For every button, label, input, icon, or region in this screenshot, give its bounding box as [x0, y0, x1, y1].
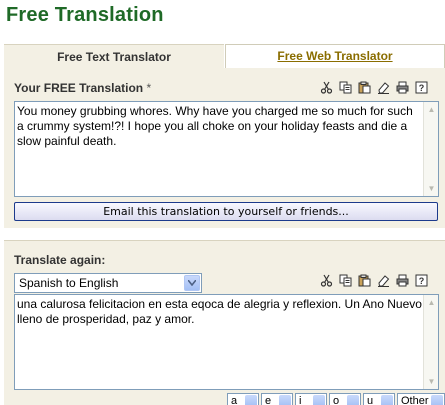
chevron-down-icon[interactable] — [381, 395, 393, 405]
source-toolbar: ? — [319, 273, 428, 287]
accent-label: u — [367, 395, 374, 405]
source-text-textarea[interactable]: una calurosa felicitacion en esta eqoca … — [14, 294, 439, 390]
source-text: una calurosa felicitacion en esta eqoca … — [17, 297, 422, 326]
erase-icon[interactable] — [376, 80, 390, 94]
chevron-down-icon[interactable] — [245, 395, 257, 405]
erase-icon[interactable] — [376, 273, 390, 287]
language-pair-select[interactable]: Spanish to English — [14, 273, 202, 293]
svg-text:?: ? — [418, 83, 424, 93]
page-title: Free Translation — [6, 4, 164, 26]
help-icon[interactable]: ? — [414, 80, 428, 94]
accent-label: e — [265, 395, 272, 405]
accent-label: i — [299, 395, 302, 405]
paste-icon[interactable] — [357, 273, 371, 287]
accent-select-a[interactable]: a — [227, 393, 259, 405]
accent-select-other[interactable]: Other — [397, 393, 445, 405]
paste-icon[interactable] — [357, 80, 371, 94]
translation-result-text: You money grubbing whores. Why have you … — [17, 104, 413, 148]
tab-free-text-translator[interactable]: Free Text Translator — [4, 44, 224, 68]
accent-label: a — [231, 395, 238, 405]
required-mark: * — [146, 81, 152, 95]
chevron-down-icon[interactable] — [313, 395, 325, 405]
copy-icon[interactable] — [338, 273, 352, 287]
translation-result-label-text: Your FREE Translation — [14, 81, 144, 95]
accent-select-e[interactable]: e — [261, 393, 293, 405]
chevron-down-icon[interactable] — [347, 395, 359, 405]
scroll-down-icon[interactable]: ▼ — [426, 183, 437, 194]
source-scrollbar[interactable]: ▲ ▼ — [423, 295, 438, 389]
accent-select-u[interactable]: u — [363, 393, 395, 405]
svg-text:?: ? — [418, 276, 424, 286]
result-scrollbar[interactable]: ▲ ▼ — [423, 102, 438, 196]
translator-tabs: Free Text Translator Free Web Translator — [4, 44, 445, 68]
accent-label: Other — [401, 395, 429, 405]
print-icon[interactable] — [395, 273, 409, 287]
translation-result-label: Your FREE Translation * — [14, 81, 151, 95]
translate-again-label: Translate again: — [14, 253, 106, 267]
translation-result-textarea[interactable]: You money grubbing whores. Why have you … — [14, 101, 439, 197]
scroll-down-icon[interactable]: ▼ — [426, 376, 437, 387]
chevron-down-icon[interactable] — [184, 275, 200, 291]
chevron-down-icon[interactable] — [431, 395, 443, 405]
help-icon[interactable]: ? — [414, 273, 428, 287]
cut-icon[interactable] — [319, 273, 333, 287]
copy-icon[interactable] — [338, 80, 352, 94]
result-toolbar: ? — [319, 80, 428, 94]
cut-icon[interactable] — [319, 80, 333, 94]
accent-selectors: a e i o u Other — [227, 393, 445, 405]
print-icon[interactable] — [395, 80, 409, 94]
chevron-down-icon[interactable] — [279, 395, 291, 405]
email-translation-button[interactable]: Email this translation to yourself or fr… — [14, 202, 438, 221]
accent-label: o — [333, 395, 340, 405]
tab-free-web-translator[interactable]: Free Web Translator — [225, 44, 445, 68]
accent-select-i[interactable]: i — [295, 393, 327, 405]
language-pair-value: Spanish to English — [19, 276, 119, 290]
accent-select-o[interactable]: o — [329, 393, 361, 405]
scroll-up-icon[interactable]: ▲ — [426, 104, 437, 115]
scroll-up-icon[interactable]: ▲ — [426, 297, 437, 308]
